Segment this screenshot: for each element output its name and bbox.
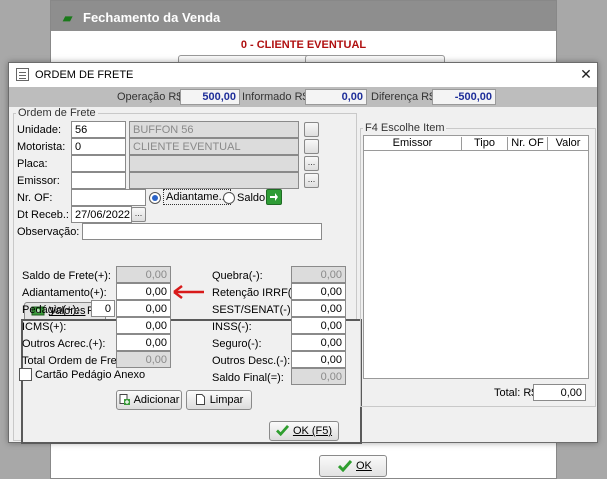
adiantamento-label: Adiantamento(+): bbox=[22, 287, 107, 299]
red-arrow-icon bbox=[173, 285, 204, 299]
inss-label: INSS(-): bbox=[212, 321, 252, 333]
diferenca-value: -500,00 bbox=[432, 89, 496, 105]
money-icon: ▰ bbox=[63, 11, 73, 25]
motorista-code-input[interactable]: 0 bbox=[71, 138, 126, 155]
saldo-option-label: Saldo bbox=[237, 192, 266, 204]
unidade-lookup-button[interactable] bbox=[304, 122, 319, 137]
limpar-button[interactable]: Limpar bbox=[186, 390, 252, 410]
items-grid[interactable]: Emissor Tipo Nr. OF Valor bbox=[363, 135, 589, 379]
quebra-label: Quebra(-): bbox=[212, 270, 263, 282]
outros-desc-input[interactable]: 0,00 bbox=[291, 351, 346, 368]
adicionar-button[interactable]: Adicionar bbox=[116, 390, 182, 410]
ok-button[interactable]: OK (F5) bbox=[269, 421, 339, 441]
adiantamento-input[interactable]: 0,00 bbox=[116, 283, 171, 300]
emissor-label: Emissor: bbox=[17, 175, 60, 187]
cartao-pedagio-label: Cartão Pedágio Anexo bbox=[35, 369, 146, 381]
background-subtitle: 0 - CLIENTE EVENTUAL bbox=[240, 39, 367, 51]
background-ok-button[interactable]: OK bbox=[319, 455, 387, 477]
placa-label: Placa: bbox=[17, 158, 48, 170]
quebra-field: 0,00 bbox=[291, 266, 346, 283]
operacao-value: 500,00 bbox=[180, 89, 240, 105]
limpar-label: Limpar bbox=[209, 394, 244, 406]
ordem-de-frete-legend: Ordem de Frete bbox=[16, 107, 98, 119]
totals-header: Operação R$ 500,00 Informado R$ 0,00 Dif… bbox=[9, 87, 597, 107]
ordem-de-frete-dialog: ORDEM DE FRETE ✕ Operação R$ 500,00 Info… bbox=[8, 62, 598, 444]
motorista-label: Motorista: bbox=[17, 141, 66, 153]
saldo-final-label: Saldo Final(=): bbox=[212, 372, 284, 384]
observacao-input[interactable] bbox=[82, 223, 322, 240]
outros-acrec-label: Outros Acrec.(+): bbox=[22, 338, 106, 350]
adicionar-label: Adicionar bbox=[133, 394, 180, 406]
grid-col-emissor[interactable]: Emissor bbox=[364, 137, 462, 151]
retencao-irrf-label: Retenção IRRF(-): bbox=[212, 287, 302, 299]
informado-value: 0,00 bbox=[305, 89, 367, 105]
escolhe-item-legend: F4 Escolhe Item bbox=[363, 122, 447, 134]
informado-label: Informado R$ bbox=[242, 91, 309, 103]
pedagio-qty-input[interactable]: 0 bbox=[91, 300, 115, 317]
outros-acrec-input[interactable]: 0,00 bbox=[116, 334, 171, 351]
placa-input[interactable] bbox=[71, 155, 126, 172]
pedagio-label: Pedágio(+): bbox=[22, 304, 80, 316]
nr-of-label: Nr. OF: bbox=[17, 192, 53, 204]
emissor-lookup-button[interactable]: ... bbox=[304, 173, 319, 188]
date-picker-button[interactable]: ... bbox=[131, 207, 146, 222]
form-icon bbox=[16, 68, 29, 81]
saldo-radio[interactable] bbox=[223, 192, 235, 204]
background-titlebar: ▰ Fechamento da Venda bbox=[51, 1, 556, 31]
total-label: Total: R$ bbox=[494, 387, 538, 399]
seguro-input[interactable]: 0,00 bbox=[291, 334, 346, 351]
outros-desc-label: Outros Desc.(-): bbox=[212, 355, 291, 367]
unidade-code-input[interactable]: 56 bbox=[71, 121, 126, 138]
emissor-name-field bbox=[129, 172, 299, 189]
dt-receb-label: Dt Receb.: bbox=[17, 209, 69, 221]
arrow-right-icon bbox=[270, 193, 278, 201]
icms-input[interactable]: 0,00 bbox=[116, 317, 171, 334]
sest-senat-input[interactable]: 0,00 bbox=[291, 300, 346, 317]
grid-col-nr-of[interactable]: Nr. OF bbox=[508, 137, 548, 151]
checkmark-icon bbox=[338, 460, 352, 472]
observacao-label: Observação: bbox=[17, 226, 80, 238]
green-arrow-button[interactable] bbox=[266, 189, 282, 205]
blank-document-icon bbox=[195, 394, 205, 405]
grid-col-valor[interactable]: Valor bbox=[548, 137, 588, 151]
operacao-label: Operação R$ bbox=[117, 91, 183, 103]
saldo-frete-field: 0,00 bbox=[116, 266, 171, 283]
adiantamento-radio[interactable] bbox=[149, 192, 161, 204]
saldo-frete-label: Saldo de Frete(+): bbox=[22, 270, 111, 282]
background-ok-label: OK bbox=[356, 460, 372, 472]
grid-header: Emissor Tipo Nr. OF Valor bbox=[364, 136, 588, 151]
checkmark-icon bbox=[275, 425, 289, 436]
placa-name-field bbox=[129, 155, 299, 172]
cartao-pedagio-checkbox[interactable] bbox=[19, 368, 32, 381]
motorista-name-field: CLIENTE EVENTUAL bbox=[129, 138, 299, 155]
background-title: Fechamento da Venda bbox=[83, 10, 221, 25]
retencao-irrf-input[interactable]: 0,00 bbox=[291, 283, 346, 300]
dialog-titlebar: ORDEM DE FRETE ✕ bbox=[9, 63, 597, 87]
placa-lookup-button[interactable]: ... bbox=[304, 156, 319, 171]
total-field: 0,00 bbox=[533, 384, 586, 401]
sest-senat-label: SEST/SENAT(-): bbox=[212, 304, 294, 316]
close-icon[interactable]: ✕ bbox=[577, 65, 595, 83]
dialog-title: ORDEM DE FRETE bbox=[35, 69, 134, 81]
diferenca-label: Diferença R$ bbox=[371, 91, 436, 103]
motorista-lookup-button[interactable] bbox=[304, 139, 319, 154]
inss-input[interactable]: 0,00 bbox=[291, 317, 346, 334]
add-document-icon bbox=[119, 394, 130, 405]
unidade-label: Unidade: bbox=[17, 124, 62, 136]
nr-of-input[interactable] bbox=[71, 189, 146, 206]
pedagio-input[interactable]: 0,00 bbox=[116, 300, 171, 317]
grid-col-tipo[interactable]: Tipo bbox=[462, 137, 508, 151]
dt-receb-input[interactable]: 27/06/2022 bbox=[71, 206, 132, 223]
total-ordem-label: Total Ordem de Fret... bbox=[22, 355, 129, 367]
unidade-name-field: BUFFON 56 bbox=[129, 121, 299, 138]
emissor-input[interactable] bbox=[71, 172, 126, 189]
seguro-label: Seguro(-): bbox=[212, 338, 262, 350]
saldo-final-field: 0,00 bbox=[291, 368, 346, 385]
total-ordem-field: 0,00 bbox=[116, 351, 171, 368]
adiantamento-option-label[interactable]: Adiantame... bbox=[163, 189, 231, 205]
ok-label: OK (F5) bbox=[292, 425, 333, 437]
icms-label: ICMS(+): bbox=[22, 321, 67, 333]
